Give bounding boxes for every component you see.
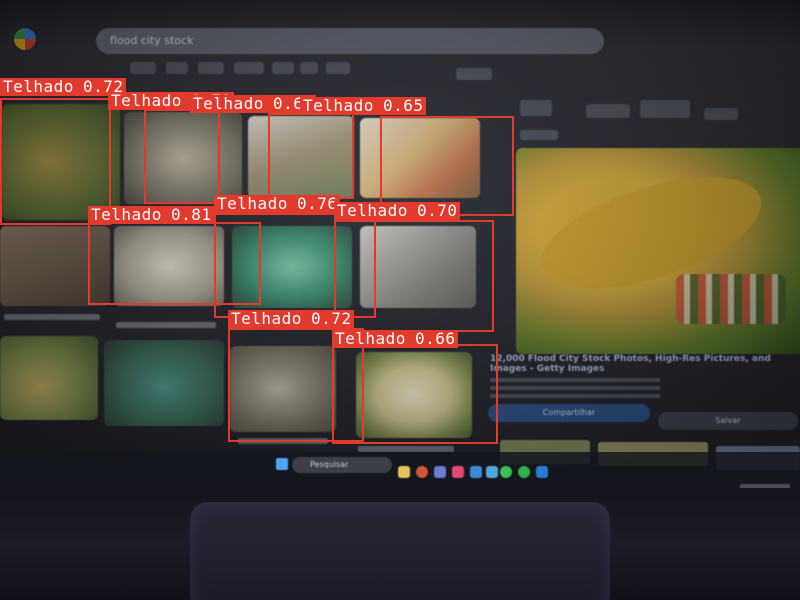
- detection-label: Telhado 0.66: [332, 329, 459, 348]
- windows-start-icon: [276, 458, 288, 470]
- app-icon: [470, 466, 482, 478]
- related-chip: [704, 108, 738, 120]
- share-button: Compartilhar: [488, 404, 650, 422]
- detection-confidence: 0.72: [310, 309, 352, 328]
- photo-scene: flood city stock 12,000 Flood City Stock…: [0, 0, 800, 600]
- detection-class: Telhado: [3, 77, 74, 96]
- filter-pill: [300, 62, 318, 74]
- related-chip: [520, 100, 552, 116]
- filter-pill: [272, 62, 294, 74]
- related-chip: [640, 100, 690, 118]
- related-chip: [520, 130, 558, 140]
- detection-box: [334, 220, 494, 332]
- detection-class: Telhado: [217, 194, 288, 213]
- detection-class: Telhado: [91, 205, 162, 224]
- app-icon: [486, 466, 498, 478]
- detection-class: Telhado: [193, 94, 264, 113]
- filter-pill: [198, 62, 224, 74]
- preview-title: 12,000 Flood City Stock Photos, High-Res…: [490, 354, 771, 374]
- image-tile: [0, 336, 98, 420]
- taskbar-search: Pesquisar: [292, 457, 392, 473]
- image-tile: [104, 340, 224, 426]
- detection-label: Telhado 0.76: [214, 194, 341, 213]
- tile-caption: [116, 322, 216, 328]
- folder-icon: [398, 466, 410, 478]
- filter-pill: [326, 62, 350, 74]
- filter-pill: [234, 62, 264, 74]
- preview-image: [516, 148, 800, 354]
- search-bar: flood city stock: [96, 28, 604, 54]
- detection-class: Telhado: [337, 201, 408, 220]
- whatsapp-icon: [500, 466, 512, 478]
- detection-label: Telhado 0.72: [228, 309, 355, 328]
- detection-class: Telhado: [335, 329, 406, 348]
- detection-class: Telhado: [111, 91, 182, 110]
- detection-confidence: 0.76: [296, 194, 338, 213]
- detection-label: Telhado 0.81: [88, 205, 215, 224]
- related-chip: [586, 104, 630, 118]
- detection-label: Telhado 0.68: [190, 94, 317, 113]
- browser-logo-icon: [14, 28, 36, 50]
- detection-confidence: 0.70: [416, 201, 458, 220]
- preview-roofs: [676, 274, 786, 324]
- chrome-icon: [416, 466, 428, 478]
- detection-box: [268, 113, 354, 199]
- tile-caption: [4, 314, 100, 320]
- filter-pill: [456, 68, 492, 80]
- app-icon: [536, 466, 548, 478]
- detection-class: Telhado: [303, 96, 374, 115]
- detection-label: Telhado 0.65: [300, 96, 427, 115]
- app-icon: [452, 466, 464, 478]
- spotify-icon: [518, 466, 530, 478]
- filter-pill: [166, 62, 188, 74]
- detection-box: [144, 109, 220, 204]
- app-icon: [434, 466, 446, 478]
- filter-pill: [130, 62, 156, 74]
- detection-confidence: 0.66: [414, 329, 456, 348]
- detection-confidence: 0.81: [170, 205, 212, 224]
- preview-meta: [490, 378, 660, 402]
- detection-class: Telhado: [231, 309, 302, 328]
- detection-confidence: 0.65: [382, 96, 424, 115]
- detection-label: Telhado 0.70: [334, 201, 461, 220]
- save-button: Salvar: [658, 412, 798, 430]
- detection-box: [332, 344, 498, 444]
- touchpad: [190, 502, 610, 600]
